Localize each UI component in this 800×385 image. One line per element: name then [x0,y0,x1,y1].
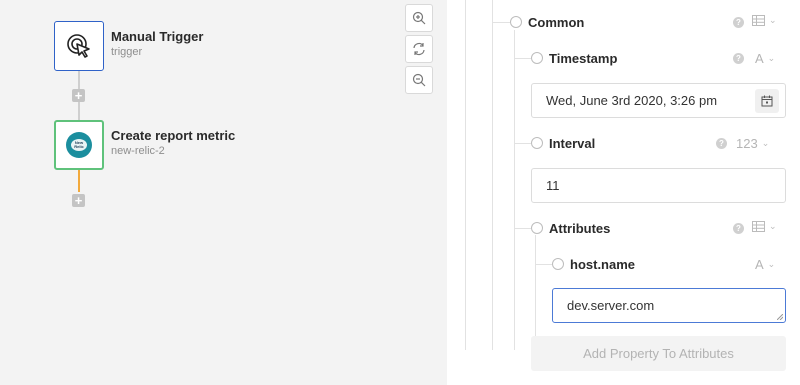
node-subtitle: new-relic-2 [111,145,165,157]
host-name-label: host.name [570,257,636,272]
common-radio[interactable] [510,16,522,28]
zoom-in-icon [412,11,426,25]
type-label: A [755,257,764,272]
add-property-button[interactable]: Add Property To Attributes [531,336,786,371]
interval-radio[interactable] [531,137,543,149]
host-name-radio[interactable] [552,258,564,270]
help-icon[interactable]: ? [733,223,744,234]
zoom-in-button[interactable] [405,4,433,32]
connector-line [78,71,80,89]
timestamp-radio[interactable] [531,52,543,64]
chevron-down-icon: ⌄ [769,15,777,25]
tree-branch-line [514,228,531,229]
create-report-metric-node[interactable]: New Relic [54,120,104,170]
timestamp-value: Wed, June 3rd 2020, 3:26 pm [546,93,718,108]
reset-zoom-button[interactable] [405,35,433,63]
timestamp-label: Timestamp [549,51,618,66]
tree-branch-line [514,58,531,59]
timestamp-type-select[interactable]: A ⌄ [755,51,775,66]
chevron-down-icon: ⌄ [769,221,777,231]
manual-trigger-node[interactable] [54,21,104,71]
table-icon [752,221,765,232]
calendar-button[interactable] [755,89,779,113]
add-step-button[interactable]: + [72,194,85,207]
tree-branch-line [535,264,552,265]
help-icon[interactable]: ? [733,53,744,64]
node-title: Create report metric [111,128,236,143]
host-name-textarea[interactable]: dev.server.com [552,288,786,323]
node-title: Manual Trigger [111,29,204,44]
interval-input[interactable]: 11 [531,168,786,203]
resize-handle-icon[interactable] [777,314,783,320]
connector-line-active [78,170,80,192]
add-step-button[interactable]: + [72,89,85,102]
host-name-value: dev.server.com [567,298,655,313]
tree-guide-line [465,0,466,350]
attributes-radio[interactable] [531,222,543,234]
node-subtitle: trigger [111,46,143,58]
interval-value: 11 [546,178,560,193]
reset-zoom-icon [413,42,425,56]
interval-type-select[interactable]: 123 ⌄ [736,136,769,151]
zoom-out-icon [412,73,426,87]
help-icon[interactable]: ? [716,138,727,149]
tree-branch-line [492,22,510,23]
tree-branch-line [514,143,531,144]
chevron-down-icon: ⌄ [767,53,776,63]
connector-line [78,102,80,120]
type-label: A [755,51,764,66]
help-icon[interactable]: ? [733,17,744,28]
chevron-down-icon: ⌄ [761,138,770,148]
interval-label: Interval [549,136,596,151]
chevron-down-icon: ⌄ [767,259,776,269]
host-name-type-select[interactable]: A ⌄ [755,257,775,272]
tree-guide-line [514,30,515,350]
timestamp-date-input[interactable]: Wed, June 3rd 2020, 3:26 pm [531,83,786,118]
pointer-click-icon [67,34,90,58]
common-label: Common [528,15,585,30]
new-relic-logo-text: New Relic [71,139,87,151]
attributes-label: Attributes [549,221,611,236]
common-type-select[interactable]: ⌄ [752,15,777,26]
zoom-out-button[interactable] [405,66,433,94]
table-icon [752,15,765,26]
type-label: 123 [736,136,758,151]
tree-guide-line [535,235,536,350]
calendar-icon [761,95,773,107]
attributes-type-select[interactable]: ⌄ [752,221,777,232]
new-relic-logo: New Relic [66,132,92,158]
tree-guide-line [492,0,493,350]
workflow-canvas: Manual Trigger trigger + New Relic Creat… [0,0,447,385]
